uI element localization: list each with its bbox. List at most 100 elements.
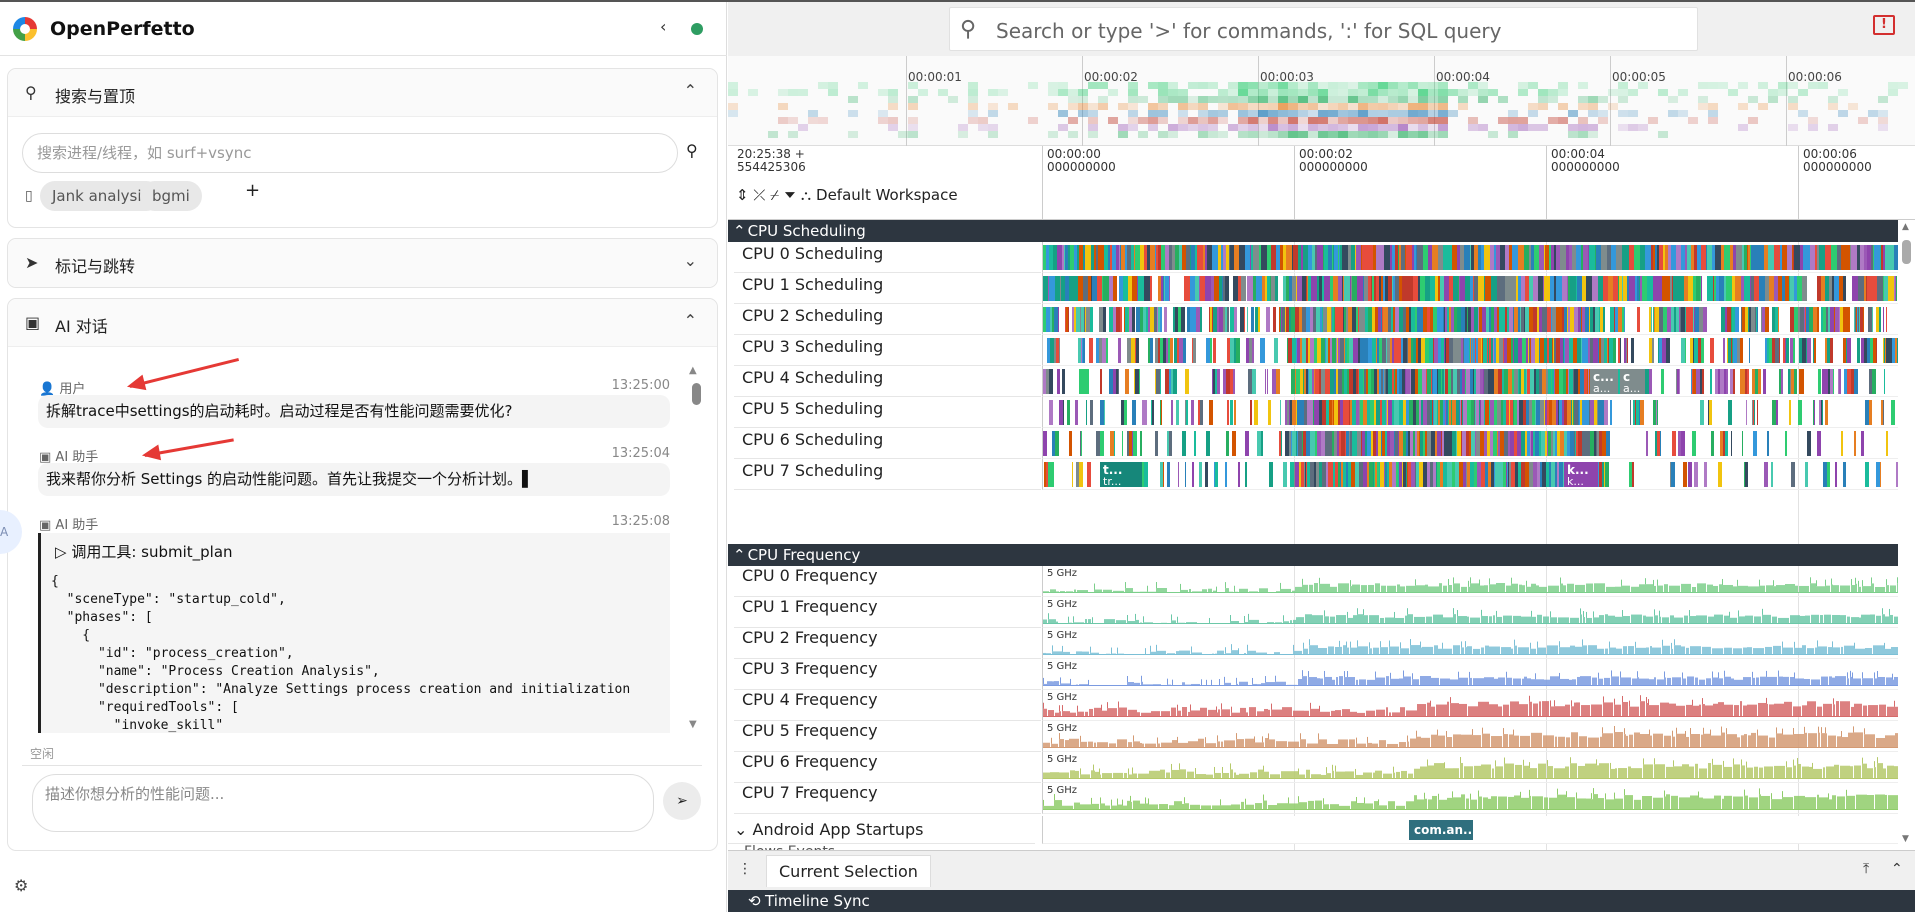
cpu-slice xyxy=(1106,338,1108,363)
track-scrollbar[interactable]: ▲ ▼ xyxy=(1899,220,1915,850)
error-icon[interactable]: ! xyxy=(1873,15,1895,35)
scroll-down-icon[interactable]: ▼ xyxy=(1902,834,1909,844)
overview-cell xyxy=(1878,124,1888,131)
filter-icon[interactable]: ⏷ xyxy=(784,186,796,204)
freq-spike xyxy=(1122,799,1123,806)
track-label-cpu-5[interactable]: CPU 5 Scheduling xyxy=(734,397,1041,428)
pinned-chip[interactable]: bgmi xyxy=(140,181,202,211)
freq-track-cpu-7[interactable]: 5 GHz xyxy=(1042,783,1898,814)
sched-track-cpu-3[interactable] xyxy=(1042,335,1898,366)
scroll-up-icon[interactable]: ▲ xyxy=(1902,222,1909,232)
chat-input[interactable]: 描述你想分析的性能问题... xyxy=(32,774,654,832)
group-cpu-frequency[interactable]: ⌃ CPU Frequency xyxy=(728,544,1898,566)
overview-cell xyxy=(848,96,858,103)
overview-cell xyxy=(1158,131,1168,138)
expand-all-icon[interactable]: ⇕ xyxy=(736,186,749,204)
freq-bar xyxy=(1386,676,1389,686)
sched-track-cpu-4[interactable] xyxy=(1042,366,1898,397)
maximize-icon[interactable]: ⤒ xyxy=(1863,861,1869,877)
cpu-slice xyxy=(1721,307,1725,332)
collapse-all-icon[interactable]: ⤫ xyxy=(753,186,765,204)
sched-track-cpu-7[interactable] xyxy=(1042,459,1898,490)
overview-timeline[interactable]: 00:00:01 00:00:02 00:00:03 00:00:04 00:0… xyxy=(728,56,1915,146)
freq-track-cpu-0[interactable]: 5 GHz xyxy=(1042,566,1898,597)
track-label-freq-3[interactable]: CPU 3 Frequency xyxy=(734,659,1041,690)
track-label-freq-7[interactable]: CPU 7 Frequency xyxy=(734,783,1041,814)
overview-cell xyxy=(1338,117,1348,124)
freq-spike xyxy=(1060,677,1061,684)
unpin-icon[interactable]: ⌿ xyxy=(770,186,779,204)
freq-track-cpu-1[interactable]: 5 GHz xyxy=(1042,597,1898,628)
chevron-up-icon[interactable]: ⌃ xyxy=(1891,861,1903,877)
startups-track[interactable]: com.an... xyxy=(1042,816,1898,844)
cpu-slice xyxy=(1068,245,1070,270)
track-label-cpu-4[interactable]: CPU 4 Scheduling xyxy=(734,366,1041,397)
freq-track-cpu-3[interactable]: 5 GHz xyxy=(1042,659,1898,690)
freq-bar xyxy=(1697,583,1706,593)
freq-track-cpu-6[interactable]: 5 GHz xyxy=(1042,752,1898,783)
scroll-up-icon[interactable]: ▲ xyxy=(689,365,697,376)
sched-track-cpu-6[interactable] xyxy=(1042,428,1898,459)
tab-current-selection[interactable]: Current Selection xyxy=(766,855,931,887)
freq-track-cpu-4[interactable]: 5 GHz xyxy=(1042,690,1898,721)
send-button[interactable]: ➢ xyxy=(663,782,701,820)
chevron-left-icon[interactable]: ‹ xyxy=(660,17,666,36)
track-label-cpu-0[interactable]: CPU 0 Scheduling xyxy=(734,242,1041,273)
scroll-thumb[interactable] xyxy=(1902,240,1911,264)
freq-bar xyxy=(1240,707,1246,717)
omnibox[interactable]: ⚲ Search or type '>' for commands, ':' f… xyxy=(949,7,1698,51)
track-label-cpu-1[interactable]: CPU 1 Scheduling xyxy=(734,273,1041,304)
chevron-down-icon[interactable]: ⌄ xyxy=(684,251,697,270)
track-label-freq-4[interactable]: CPU 4 Frequency xyxy=(734,690,1041,721)
chat-scrollbar[interactable] xyxy=(692,383,701,405)
freq-spike xyxy=(1782,641,1783,648)
overview-cell xyxy=(1218,131,1228,138)
cpu-slice xyxy=(1064,245,1065,270)
labeled-slice[interactable]: k... k... xyxy=(1564,462,1598,488)
cpu-slice xyxy=(1297,431,1298,456)
add-pin-button[interactable]: + xyxy=(245,180,260,201)
group-cpu-scheduling[interactable]: ⌃ CPU Scheduling xyxy=(728,220,1898,242)
labeled-slice[interactable]: c a... xyxy=(1620,369,1644,395)
track-label-cpu-2[interactable]: CPU 2 Scheduling xyxy=(734,304,1041,335)
track-label-cpu-6[interactable]: CPU 6 Scheduling xyxy=(734,428,1041,459)
cpu-slice xyxy=(1310,431,1313,456)
sched-track-cpu-0[interactable] xyxy=(1042,242,1898,273)
workspace-selector[interactable]: Default Workspace xyxy=(816,186,958,204)
freq-track-cpu-2[interactable]: 5 GHz xyxy=(1042,628,1898,659)
chevron-up-icon[interactable]: ⌃ xyxy=(684,81,697,100)
sched-track-cpu-1[interactable] xyxy=(1042,273,1898,304)
cpu-slice xyxy=(1287,400,1289,425)
track-label-freq-1[interactable]: CPU 1 Frequency xyxy=(734,597,1041,628)
timeline-sync-bar[interactable]: ⟲ Timeline Sync xyxy=(728,890,1915,912)
freq-track-cpu-5[interactable]: 5 GHz xyxy=(1042,721,1898,752)
more-vert-icon[interactable]: ⋮ xyxy=(738,861,752,877)
labeled-slice[interactable]: t... tr... xyxy=(1100,462,1142,488)
marks-section-header[interactable]: ➤ 标记与跳转 ⌄ xyxy=(8,239,717,287)
freq-bar xyxy=(1205,743,1216,748)
cpu-slice xyxy=(1542,369,1545,394)
scroll-down-icon[interactable]: ▼ xyxy=(689,719,697,730)
track-label-freq-6[interactable]: CPU 6 Frequency xyxy=(734,752,1041,783)
search-section-header[interactable]: ⚲ 搜索与置顶 ⌃ xyxy=(8,69,717,117)
cpu-slice xyxy=(1526,400,1529,425)
process-search-input[interactable]: 搜索进程/线程，如 surf+vsync xyxy=(22,133,678,173)
search-icon[interactable]: ⚲ xyxy=(686,141,698,160)
ai-chat-header[interactable]: ▣ AI 对话 ⌃ xyxy=(8,299,717,347)
track-label-cpu-3[interactable]: CPU 3 Scheduling xyxy=(734,335,1041,366)
track-label-cpu-7[interactable]: CPU 7 Scheduling xyxy=(734,459,1041,490)
freq-bar xyxy=(1339,676,1343,686)
track-label-freq-0[interactable]: CPU 0 Frequency xyxy=(734,566,1041,597)
tool-call-title[interactable]: ▷ 调用工具: submit_plan xyxy=(55,541,233,562)
track-label-freq-2[interactable]: CPU 2 Frequency xyxy=(734,628,1041,659)
freq-bar xyxy=(1757,735,1768,748)
cpu-slice xyxy=(1245,462,1247,487)
group-android-startups[interactable]: ⌄ Android App Startups xyxy=(728,816,1035,844)
labeled-slice[interactable]: c... a... xyxy=(1590,369,1618,395)
track-label-freq-5[interactable]: CPU 5 Frequency xyxy=(734,721,1041,752)
gear-icon[interactable]: ⚙ xyxy=(14,876,28,895)
chevron-up-icon[interactable]: ⌃ xyxy=(684,311,697,330)
freq-bar xyxy=(1347,617,1353,624)
sched-track-cpu-2[interactable] xyxy=(1042,304,1898,335)
sched-track-cpu-5[interactable] xyxy=(1042,397,1898,428)
